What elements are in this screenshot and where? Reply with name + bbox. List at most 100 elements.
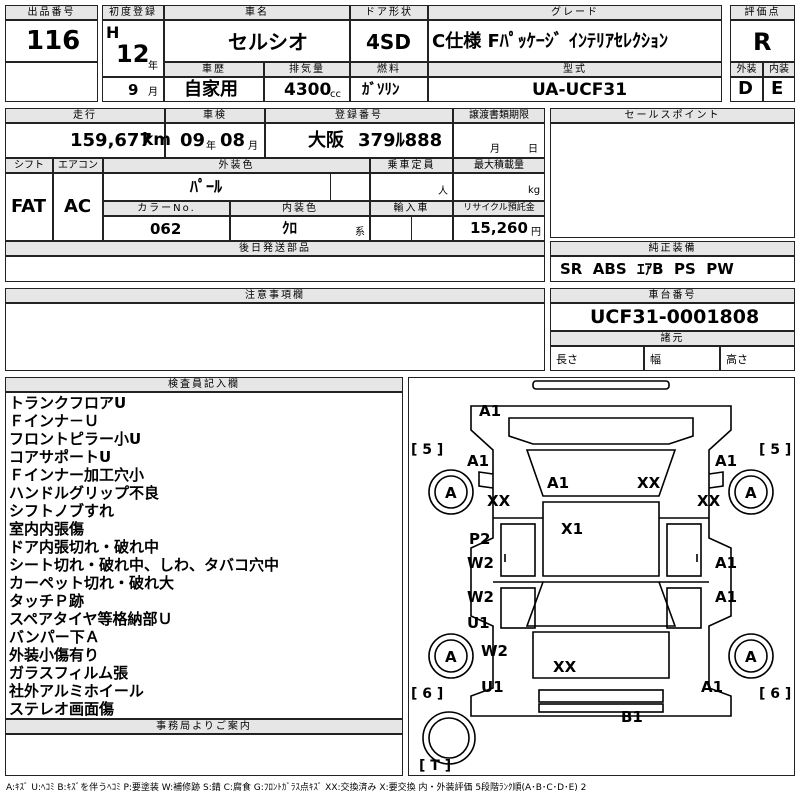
history-label: 車歴	[164, 62, 264, 77]
office-label: 事務局よりご案内	[5, 719, 403, 734]
note-item: シフトノブすれ	[9, 502, 115, 520]
damage-mark: U1	[481, 678, 504, 696]
car-diagram: A1 A1 A1 A1 XX XX XX X1 P2 W2 W2 U1 W2 U…	[408, 377, 795, 776]
damage-mark: A1	[479, 402, 501, 420]
recycle: 15,260	[470, 219, 528, 237]
bracket-label: [ 5 ]	[759, 442, 791, 458]
note-item: Ｆインナー加工穴小	[9, 466, 145, 484]
import-label: 輸入車	[370, 201, 453, 216]
wheel-mark: A	[445, 648, 457, 666]
kg-unit: kg	[528, 185, 541, 196]
shift: FAT	[11, 196, 47, 217]
bracket-label: [ 6 ]	[411, 686, 443, 702]
interior-grade: E	[771, 78, 784, 99]
note-item: カーペット切れ・破れ大	[9, 574, 175, 592]
exterior-grade: D	[738, 78, 753, 99]
caution-box	[5, 303, 545, 371]
damage-mark: B1	[621, 708, 643, 726]
kei-unit: 系	[355, 227, 365, 238]
damage-mark: A1	[715, 588, 737, 606]
length-label: 長さ	[556, 353, 578, 366]
yen-unit: 円	[531, 227, 541, 238]
import-divider	[411, 216, 412, 241]
max-load-label: 最大積載量	[453, 158, 545, 173]
inspection-label: 車検	[165, 108, 265, 123]
genuine-label: 純正装備	[550, 241, 795, 256]
exterior-label: 外装	[730, 62, 763, 77]
shift-label: シフト	[5, 158, 53, 173]
note-item: ステレオ画面傷	[9, 700, 115, 718]
interior-label: 内装	[763, 62, 795, 77]
bracket-label: [ 6 ]	[759, 686, 791, 702]
aircon: AC	[64, 196, 92, 217]
door-type: 4SD	[366, 30, 411, 54]
mileage-label: 走行	[5, 108, 165, 123]
wheel-mark: A	[745, 648, 757, 666]
month-unit: 月	[148, 87, 158, 98]
later-parts-box	[5, 256, 545, 282]
chassis-no-label: 車台番号	[550, 288, 795, 303]
note-item: Ｆインナ－Ｕ	[9, 412, 100, 430]
lot-no: 116	[26, 26, 81, 56]
int-color-label: 内装色	[230, 201, 370, 216]
inspector-notes: トランクフロアU Ｆインナ－Ｕ フロントピラー小U コアサポートU Ｆインナー加…	[9, 394, 279, 718]
model-code-label: 型式	[428, 62, 722, 77]
fuel-label: 燃料	[350, 62, 428, 77]
genuine-equipment: SR ABS ｴｱB PS PW	[560, 260, 734, 278]
damage-mark: P2	[469, 530, 490, 548]
note-item: 室内内張傷	[9, 520, 85, 538]
door-label: ドア形状	[350, 5, 428, 20]
note-item: コアサポートU	[9, 448, 112, 466]
ext-color-divider	[330, 173, 370, 201]
damage-mark: W2	[467, 554, 494, 572]
damage-mark: XX	[637, 474, 661, 492]
year-unit: 年	[148, 61, 158, 72]
int-color: ｸﾛ	[282, 219, 298, 237]
transfer-day-unit: 日	[528, 144, 538, 155]
ext-color: ﾊﾟｰﾙ	[190, 177, 223, 196]
office-box	[5, 734, 403, 776]
width-label: 幅	[650, 353, 661, 366]
model-code: UA-UCF31	[532, 80, 628, 100]
car-name-label: 車名	[164, 5, 350, 20]
later-parts-label: 後日発送部品	[5, 241, 545, 256]
inspector-label: 検査員記入欄	[5, 377, 403, 392]
capacity-label: 乗車定員	[370, 158, 453, 173]
note-item: 社外アルミホイール	[9, 682, 144, 700]
color-no: 062	[150, 220, 182, 238]
damage-mark: A1	[467, 452, 489, 470]
legend: A:ｷｽﾞ U:ﾍｺﾐ B:ｷｽﾞを伴うﾍｺﾐ P:要塗装 W:補修跡 S:錆 …	[6, 783, 587, 793]
specs-label: 諸元	[550, 331, 795, 346]
fuel: ｶﾞｿﾘﾝ	[362, 80, 400, 98]
sales-point-label: セールスポイント	[550, 108, 795, 123]
reg-region: 大阪	[308, 130, 344, 151]
recycle-label: リサイクル預託金	[453, 201, 545, 216]
history: 自家用	[184, 79, 238, 100]
insp-month: 08	[220, 130, 246, 151]
transfer-date-label: 譲渡書類期限	[453, 108, 545, 123]
note-item: トランクフロアU	[9, 394, 127, 412]
cc-unit: cc	[330, 89, 341, 100]
era: H	[106, 23, 120, 42]
reg-no-label: 登録番号	[265, 108, 453, 123]
car-name: セルシオ	[228, 30, 308, 54]
damage-mark: X1	[561, 520, 583, 538]
damage-mark: W2	[467, 588, 494, 606]
damage-mark: U1	[467, 614, 490, 632]
grade: C仕様 Fﾊﾟｯｹｰｼﾞ ｲﾝﾃﾘｱｾﾚｸｼｮﾝ	[432, 31, 669, 52]
reg-number: 379ﾙ888	[358, 130, 443, 151]
person-unit: 人	[438, 186, 448, 197]
wheel-mark: A	[445, 484, 457, 502]
grade-label: グレード	[428, 5, 722, 20]
note-item: バンパー下Ａ	[9, 628, 100, 646]
reg-month: 9	[128, 81, 139, 99]
score: R	[753, 28, 772, 56]
int-color-box	[230, 216, 370, 241]
sales-point-box	[550, 123, 795, 238]
damage-mark: A1	[715, 554, 737, 572]
height-label: 高さ	[726, 353, 748, 366]
note-item: シート切れ・破れ中、しわ、タバコ穴中	[9, 556, 280, 574]
ext-color-label: 外装色	[103, 158, 370, 173]
caution-label: 注意事項欄	[5, 288, 545, 303]
damage-mark: A1	[701, 678, 723, 696]
